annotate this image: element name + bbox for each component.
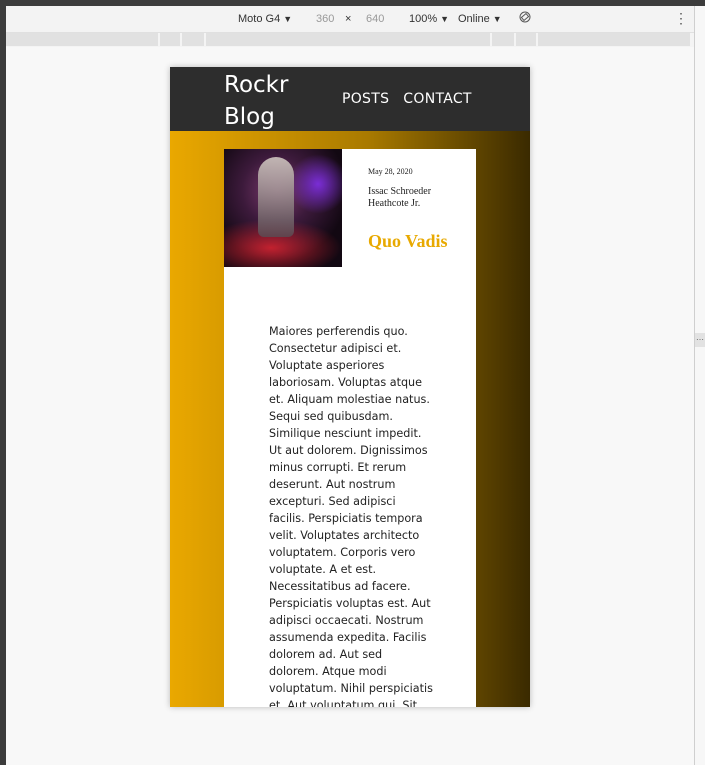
image-figure bbox=[258, 157, 294, 237]
post-title[interactable]: Quo Vadis bbox=[368, 231, 448, 252]
media-query-segment[interactable] bbox=[538, 33, 690, 46]
media-query-segment[interactable] bbox=[6, 33, 158, 46]
dimension-separator: × bbox=[345, 13, 352, 25]
chevron-down-icon: ▼ bbox=[283, 14, 293, 24]
media-query-bar[interactable] bbox=[6, 33, 694, 46]
site-header: Rockr Blog POSTS CONTACT bbox=[170, 67, 530, 131]
height-input[interactable]: 640 bbox=[366, 13, 384, 25]
network-select[interactable]: Online ▼ bbox=[458, 13, 502, 25]
post-body: Maiores perferendis quo. Consectetur adi… bbox=[269, 325, 433, 707]
media-query-segment[interactable] bbox=[206, 33, 490, 46]
resize-handle[interactable]: ⋯ bbox=[695, 333, 705, 347]
chevron-down-icon: ▼ bbox=[440, 14, 450, 24]
side-panel bbox=[695, 6, 705, 765]
post-author: Issac Schroeder Heathcote Jr. bbox=[368, 186, 432, 209]
nav-posts-link[interactable]: POSTS bbox=[342, 91, 389, 107]
width-input[interactable]: 360 bbox=[316, 13, 334, 25]
brand-line-2: Blog bbox=[224, 104, 275, 130]
media-query-segment[interactable] bbox=[516, 33, 536, 46]
device-select[interactable]: Moto G4 ▼ bbox=[238, 13, 292, 25]
media-query-segment[interactable] bbox=[160, 33, 180, 46]
image-light bbox=[294, 149, 342, 219]
brand-line-1: Rockr bbox=[224, 72, 289, 98]
device-name: Moto G4 bbox=[238, 13, 281, 25]
post-card: May 28, 2020 Issac Schroeder Heathcote J… bbox=[224, 149, 476, 707]
more-options-icon[interactable]: ⋮ bbox=[674, 10, 688, 27]
post-date: May 28, 2020 bbox=[368, 167, 413, 176]
main-nav: POSTS CONTACT bbox=[342, 91, 472, 107]
site-logo[interactable]: Rockr Blog bbox=[224, 69, 288, 133]
nav-contact-link[interactable]: CONTACT bbox=[403, 91, 472, 107]
network-value: Online bbox=[458, 13, 490, 25]
media-query-segment[interactable] bbox=[492, 33, 514, 46]
zoom-value: 100% bbox=[409, 13, 438, 25]
chevron-down-icon: ▼ bbox=[492, 14, 502, 24]
rotate-icon[interactable] bbox=[519, 11, 531, 23]
zoom-select[interactable]: 100% ▼ bbox=[409, 13, 449, 25]
post-meta: May 28, 2020 Issac Schroeder Heathcote J… bbox=[368, 167, 468, 210]
device-frame: Rockr Blog POSTS CONTACT May 28, 2020 Is… bbox=[170, 67, 530, 707]
device-toolbar: Moto G4 ▼ 360 × 640 100% ▼ Online ▼ ⋮ bbox=[6, 6, 694, 33]
post-image[interactable] bbox=[224, 149, 342, 267]
media-query-segment[interactable] bbox=[182, 33, 204, 46]
